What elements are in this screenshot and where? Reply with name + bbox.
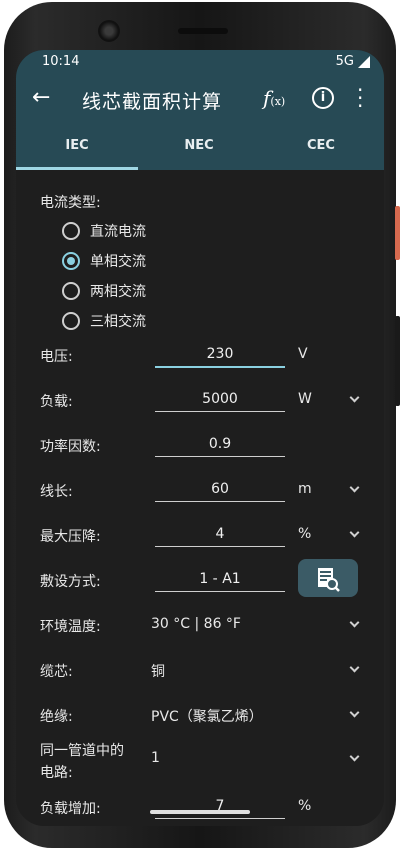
gesture-nav-bar[interactable] — [150, 810, 250, 814]
circuits-label-line1: 同一管道中的 — [40, 743, 124, 759]
current-type-label: 电流类型: — [40, 195, 101, 211]
radio-two-phase[interactable]: 两相交流 — [62, 276, 146, 306]
screen: 10:14 5G ← 线芯截面积计算 f(x) i · · · IEC NEC CE… — [16, 50, 384, 826]
load-increase-label: 负载增加: — [40, 801, 101, 817]
tab-cec[interactable]: CEC — [260, 124, 382, 170]
radio-circle-icon — [62, 282, 80, 300]
insulation-label: 绝缘: — [40, 709, 73, 725]
chevron-down-icon[interactable] — [348, 708, 360, 720]
earpiece-speaker — [178, 28, 228, 34]
load-increase-input[interactable]: 7 — [155, 798, 285, 819]
installation-table-button[interactable] — [298, 559, 358, 597]
formula-icon-sub: (x) — [270, 95, 286, 108]
tab-nec[interactable]: NEC — [138, 124, 260, 170]
load-input[interactable]: 5000 — [155, 391, 285, 412]
length-input[interactable]: 60 — [155, 481, 285, 502]
max-drop-input[interactable]: 4 — [155, 526, 285, 547]
load-unit-select[interactable]: W — [298, 391, 312, 407]
conductor-label: 缆芯: — [40, 664, 73, 680]
chevron-down-icon[interactable] — [348, 483, 360, 495]
back-arrow-icon[interactable]: ← — [32, 86, 56, 110]
radio-label: 两相交流 — [90, 284, 146, 300]
standard-tabs: IEC NEC CEC — [16, 124, 384, 170]
load-increase-unit: % — [298, 798, 312, 814]
installation-input[interactable]: 1 - A1 — [155, 571, 285, 592]
radio-selected-icon — [62, 252, 80, 270]
load-label: 负载: — [40, 394, 73, 410]
formula-icon[interactable]: f(x) — [263, 86, 285, 110]
chevron-down-icon[interactable] — [348, 393, 360, 405]
status-bar: 10:14 5G — [16, 50, 384, 74]
voltage-input[interactable]: 230 — [155, 346, 285, 368]
radio-label: 三相交流 — [90, 314, 146, 330]
more-vert-icon[interactable]: · · · — [357, 80, 363, 116]
status-network: 5G — [335, 54, 354, 69]
form-content: 电流类型: 直流电流 单相交流 两相交流 三相交流 电压: 230 V 负载: … — [16, 170, 384, 826]
chevron-down-icon[interactable] — [348, 663, 360, 675]
radio-label: 直流电流 — [90, 224, 146, 240]
front-camera — [98, 20, 120, 42]
phone-frame: 10:14 5G ← 线芯截面积计算 f(x) i · · · IEC NEC CE… — [0, 0, 400, 850]
volume-button — [395, 316, 400, 406]
insulation-select[interactable]: PVC（聚氯乙烯） — [151, 706, 263, 726]
chevron-down-icon[interactable] — [348, 752, 360, 764]
radio-circle-icon — [62, 222, 80, 240]
power-factor-input[interactable]: 0.9 — [155, 436, 285, 457]
page-title: 线芯截面积计算 — [82, 91, 223, 113]
circuits-label-line2: 电路: — [40, 765, 73, 781]
power-factor-label: 功率因数: — [40, 439, 101, 455]
voltage-label: 电压: — [40, 349, 73, 365]
table-search-icon — [318, 568, 340, 592]
current-type-radio-group: 直流电流 单相交流 两相交流 三相交流 — [62, 216, 146, 336]
info-icon[interactable]: i — [312, 87, 334, 109]
length-label: 线长: — [40, 484, 73, 500]
radio-label: 单相交流 — [90, 254, 146, 270]
status-time: 10:14 — [42, 54, 80, 69]
conductor-select[interactable]: 铜 — [151, 661, 165, 681]
power-button — [395, 206, 400, 260]
radio-dc[interactable]: 直流电流 — [62, 216, 146, 246]
radio-single-phase[interactable]: 单相交流 — [62, 246, 146, 276]
max-drop-label: 最大压降: — [40, 529, 101, 545]
max-drop-unit-select[interactable]: % — [298, 526, 311, 542]
tab-iec[interactable]: IEC — [16, 124, 138, 170]
radio-circle-icon — [62, 312, 80, 330]
ambient-select[interactable]: 30 °C | 86 °F — [151, 616, 241, 632]
chevron-down-icon[interactable] — [348, 618, 360, 630]
voltage-unit: V — [298, 346, 308, 362]
circuits-select[interactable]: 1 — [151, 750, 160, 766]
ambient-label: 环境温度: — [40, 619, 101, 635]
installation-label: 敷设方式: — [40, 574, 101, 590]
app-bar: ← 线芯截面积计算 f(x) i · · · — [16, 74, 384, 124]
signal-icon — [358, 56, 370, 68]
chevron-down-icon[interactable] — [348, 528, 360, 540]
length-unit-select[interactable]: m — [298, 481, 312, 497]
radio-three-phase[interactable]: 三相交流 — [62, 306, 146, 336]
